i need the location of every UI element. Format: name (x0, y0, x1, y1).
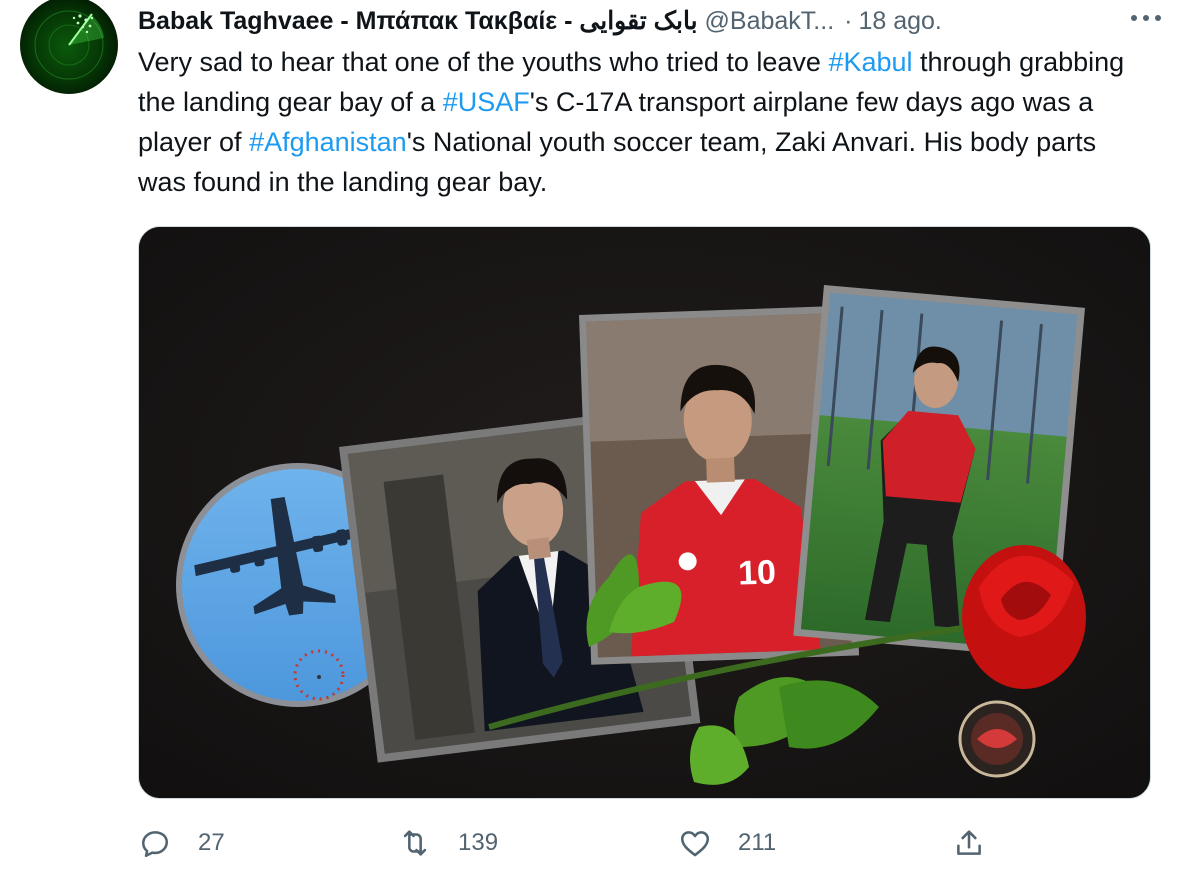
like-count: 211 (738, 829, 777, 856)
author-handle[interactable]: @BabakT... (705, 7, 835, 36)
reply-button[interactable]: 27 (138, 818, 225, 868)
author-name[interactable]: Babak Taghvaee - Μπάπακ Τακβαίε - بابک ت… (138, 6, 698, 36)
hashtag-usaf[interactable]: #USAF (443, 87, 530, 117)
share-button[interactable] (952, 818, 986, 868)
author-avatar[interactable] (20, 0, 118, 94)
tweet-timestamp[interactable]: 18 ago. (858, 7, 941, 36)
like-icon (680, 831, 710, 857)
text-segment: Very sad to hear that one of the youths … (138, 47, 829, 77)
like-button[interactable]: 211 (678, 818, 776, 868)
radar-avatar-image (34, 10, 104, 80)
more-options-button[interactable] (1124, 0, 1168, 36)
emblem-logo (958, 700, 1036, 778)
reply-icon (141, 831, 169, 858)
hashtag-afghanistan[interactable]: #Afghanistan (249, 127, 407, 157)
retweet-count: 139 (458, 829, 499, 856)
tweet-media-image[interactable]: 10 (138, 226, 1151, 799)
share-icon (957, 830, 981, 855)
retweet-icon (403, 830, 427, 856)
tweet-actions: 27 139 211 (138, 818, 1148, 868)
tweet-header: Babak Taghvaee - Μπάπακ Τακβαίε - بابک ت… (138, 3, 1168, 39)
jersey-number: 10 (737, 553, 776, 592)
hashtag-kabul[interactable]: #Kabul (828, 47, 912, 77)
reply-count: 27 (198, 829, 225, 856)
tweet-text: Very sad to hear that one of the youths … (138, 42, 1148, 202)
memorial-collage: 10 (139, 227, 1150, 798)
separator-dot: · (844, 6, 853, 35)
retweet-button[interactable]: 139 (398, 818, 498, 868)
more-icon (1131, 15, 1161, 21)
